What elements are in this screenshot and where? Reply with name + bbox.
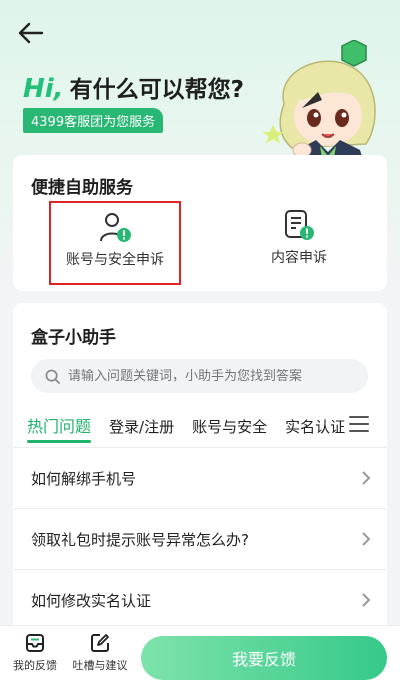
greeting-hi: Hi, (23, 74, 64, 104)
chevron-right-icon (362, 471, 371, 485)
content-appeal[interactable]: 内容申诉 (233, 201, 365, 285)
helper-title: 盒子小助手 (31, 328, 116, 348)
quick-services-card: 便捷自助服务 账号与安全申诉 内容申诉 (13, 155, 387, 291)
bottom-bar: 我的反馈 吐槽与建议 我要反馈 (0, 625, 400, 689)
page-title: Hi, 有什么可以帮您? (23, 70, 244, 104)
suggestions-label: 吐槽与建议 (72, 659, 128, 672)
faq-question: 如何解绑手机号 (31, 469, 137, 488)
faq-item-unbind-phone[interactable]: 如何解绑手机号 (31, 448, 371, 508)
my-feedback-label: 我的反馈 (13, 659, 57, 672)
tab-real-name[interactable]: 实名认证 (285, 416, 345, 437)
chevron-right-icon (362, 532, 371, 546)
submit-feedback-button[interactable]: 我要反馈 (141, 636, 387, 680)
search-bar[interactable] (31, 359, 368, 393)
content-appeal-label: 内容申诉 (271, 250, 327, 266)
suggestions-button[interactable]: 吐槽与建议 (70, 632, 130, 673)
question-tabs: 热门问题 登录/注册 账号与安全 实名认证 (27, 413, 357, 443)
faq-question: 领取礼包时提示账号异常怎么办? (31, 530, 249, 549)
menu-icon[interactable] (348, 415, 370, 433)
account-security-appeal-label: 账号与安全申诉 (66, 252, 164, 268)
tab-login-register[interactable]: 登录/注册 (109, 416, 174, 437)
inbox-icon (26, 634, 44, 652)
faq-question: 如何修改实名认证 (31, 591, 152, 610)
faq-item-modify-real-name[interactable]: 如何修改实名认证 (31, 570, 371, 630)
mascot-illustration (262, 40, 376, 170)
search-icon (45, 369, 60, 384)
tab-hot-questions[interactable]: 热门问题 (27, 413, 92, 443)
service-badge: 4399客服团为您服务 (23, 108, 164, 133)
faq-item-gift-account-error[interactable]: 领取礼包时提示账号异常怎么办? (31, 509, 371, 569)
back-arrow-icon[interactable] (16, 18, 46, 48)
chevron-right-icon (362, 593, 371, 607)
helper-card: 盒子小助手 热门问题登录/注册账号与安全实名认证 如何解绑手机号 领取礼包时提示… (13, 303, 387, 663)
user-alert-icon (100, 213, 131, 242)
edit-icon (91, 634, 109, 652)
greeting-title: 有什么可以帮您? (69, 77, 244, 103)
search-input[interactable] (68, 368, 358, 384)
my-feedback-button[interactable]: 我的反馈 (10, 632, 60, 673)
document-alert-icon (285, 210, 314, 240)
account-security-appeal[interactable]: 账号与安全申诉 (49, 201, 181, 285)
quick-services-title: 便捷自助服务 (31, 178, 133, 198)
tab-account-security[interactable]: 账号与安全 (192, 416, 267, 437)
